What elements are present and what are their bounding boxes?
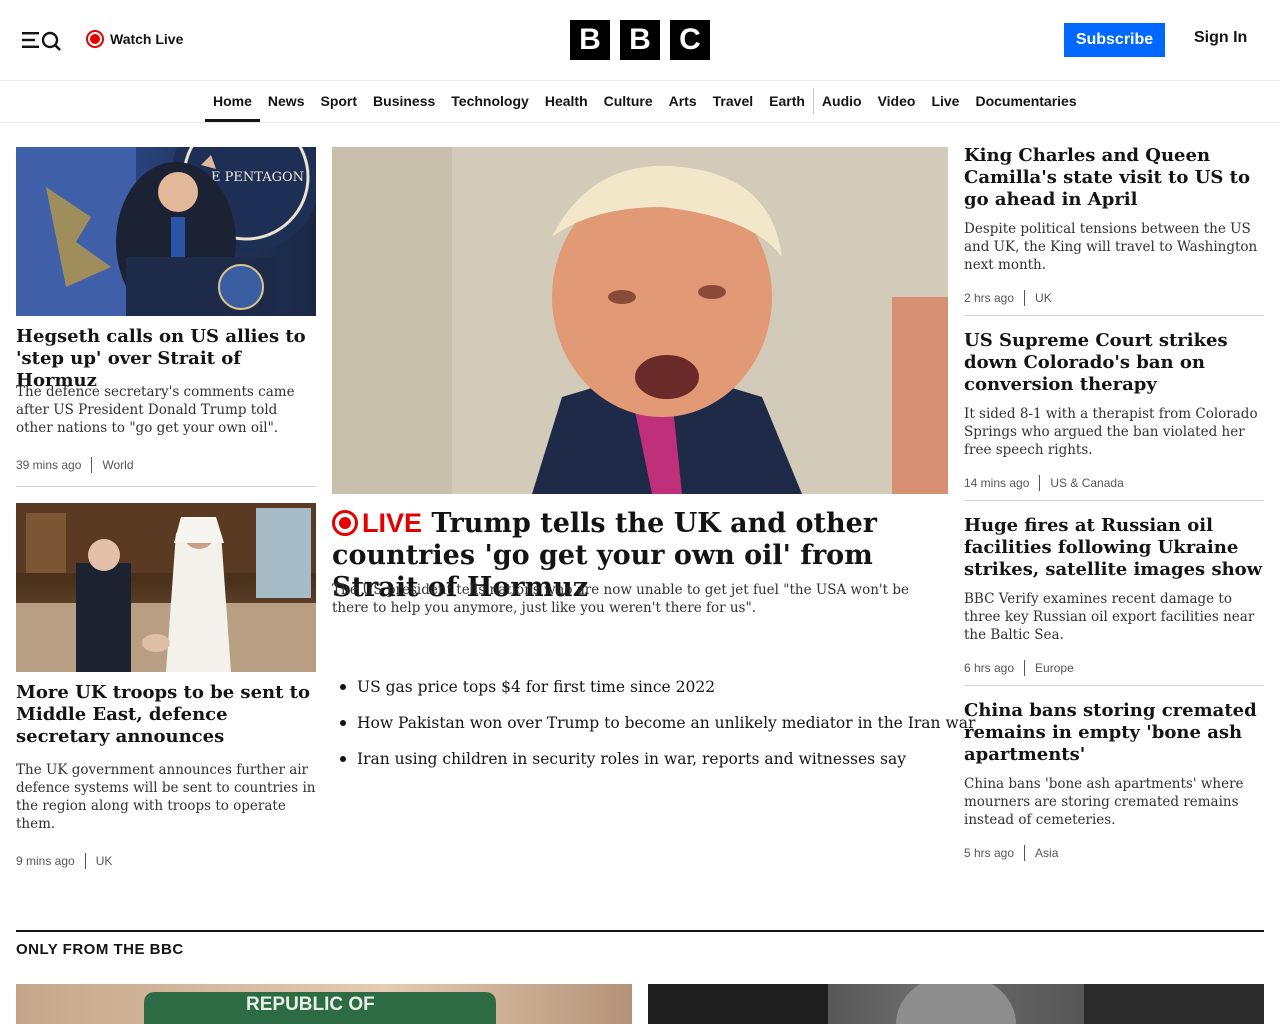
nav-item-home[interactable]: Home <box>205 81 260 122</box>
category-link[interactable]: UK <box>96 854 113 868</box>
nav-item-health[interactable]: Health <box>537 81 596 122</box>
nav-item-live[interactable]: Live <box>923 81 967 122</box>
subscribe-button[interactable]: Subscribe <box>1064 23 1165 57</box>
nav-item-earth[interactable]: Earth <box>761 81 813 122</box>
meta-divider <box>1024 660 1026 676</box>
watch-live-link[interactable]: Watch Live <box>86 28 183 50</box>
nav-item-arts[interactable]: Arts <box>661 81 705 122</box>
right-story-summary: BBC Verify examines recent damage to thr… <box>964 591 1255 643</box>
logo-letter: B <box>620 20 660 60</box>
watch-live-label: Watch Live <box>110 31 184 47</box>
svg-text:E PENTAGON: E PENTAGON <box>211 170 304 185</box>
meta-divider <box>1024 290 1026 306</box>
category-link[interactable]: US & Canada <box>1050 476 1123 490</box>
timestamp: 9 mins ago <box>16 854 75 868</box>
right-story-meta: 6 hrs ago Europe <box>964 660 1074 676</box>
right-story-meta: 2 hrs ago UK <box>964 290 1052 306</box>
nav-item-travel[interactable]: Travel <box>705 81 761 122</box>
masthead: Watch Live B B C Subscribe Sign In <box>0 0 1280 81</box>
only-bbc-card-image[interactable]: REPUBLIC OF <box>16 984 632 1024</box>
menu-search-button[interactable] <box>20 28 64 52</box>
bbc-logo[interactable]: B B C <box>570 20 710 60</box>
right-story-meta: 5 hrs ago Asia <box>964 845 1058 861</box>
live-label: LIVE <box>362 508 423 538</box>
menu-search-icon <box>22 31 61 51</box>
svg-text:REPUBLIC OF: REPUBLIC OF <box>246 994 375 1015</box>
story-divider <box>964 315 1264 316</box>
story-divider <box>16 486 316 487</box>
nav-item-sport[interactable]: Sport <box>312 81 365 122</box>
logo-letter: B <box>570 20 610 60</box>
story-divider <box>964 685 1264 686</box>
portrait-illustration <box>648 984 1264 1024</box>
nav-item-business[interactable]: Business <box>365 81 443 122</box>
category-link[interactable]: Asia <box>1035 846 1058 860</box>
right-story-headline[interactable]: King Charles and Queen Camilla's state v… <box>964 145 1264 211</box>
right-story-summary: China bans 'bone ash apartments' where m… <box>964 776 1244 828</box>
uk-troops-headline[interactable]: More UK troops to be sent to Middle East… <box>16 682 316 748</box>
nav-item-technology[interactable]: Technology <box>443 81 537 122</box>
troops-illustration <box>16 503 316 672</box>
timestamp: 5 hrs ago <box>964 846 1015 860</box>
right-story-summary: It sided 8-1 with a therapist from Color… <box>964 406 1258 458</box>
right-story-summary: Despite political tensions between the U… <box>964 221 1258 273</box>
right-story-headline[interactable]: China bans storing cremated remains in e… <box>964 700 1264 766</box>
only-bbc-card-image[interactable] <box>648 984 1264 1024</box>
related-story-link[interactable]: Iran using children in security roles in… <box>340 748 952 770</box>
related-stories-list: US gas price tops $4 for first time sinc… <box>340 676 975 784</box>
timestamp: 2 hrs ago <box>964 291 1015 305</box>
section-rule <box>16 930 1264 932</box>
timestamp: 39 mins ago <box>16 458 82 472</box>
hegseth-illustration: E PENTAGON <box>16 147 316 316</box>
meta-divider <box>1039 475 1041 491</box>
live-icon <box>86 30 104 48</box>
category-link[interactable]: UK <box>1035 291 1052 305</box>
timestamp: 6 hrs ago <box>964 661 1015 675</box>
sign-in-link[interactable]: Sign In <box>1194 29 1247 47</box>
trump-illustration <box>332 147 948 494</box>
related-story-link[interactable]: US gas price tops $4 for first time sinc… <box>340 676 952 698</box>
meta-divider <box>1024 845 1026 861</box>
nav-item-documentaries[interactable]: Documentaries <box>967 81 1084 122</box>
related-story-link[interactable]: How Pakistan won over Trump to become an… <box>340 712 975 734</box>
uk-troops-story-image[interactable] <box>16 503 316 672</box>
timestamp: 14 mins ago <box>964 476 1030 490</box>
live-icon <box>332 510 358 536</box>
nav-item-video[interactable]: Video <box>870 81 924 122</box>
uk-troops-summary: The UK government announces further air … <box>16 762 316 832</box>
lead-story-summary: The US president tells nations who are n… <box>332 582 909 616</box>
section-title: ONLY FROM THE BBC <box>16 941 184 958</box>
passport-illustration: REPUBLIC OF <box>144 992 496 1024</box>
hegseth-summary: The defence secretary's comments came af… <box>16 384 295 436</box>
nav-item-culture[interactable]: Culture <box>596 81 661 122</box>
main-nav: Home News Sport Business Technology Heal… <box>0 81 1280 123</box>
nav-item-audio[interactable]: Audio <box>814 81 870 122</box>
uk-troops-meta: 9 mins ago UK <box>16 853 112 869</box>
trump-story-image[interactable] <box>332 147 948 494</box>
meta-divider <box>84 853 86 869</box>
meta-divider <box>91 457 93 473</box>
logo-letter: C <box>670 20 710 60</box>
right-story-headline[interactable]: US Supreme Court strikes down Colorado's… <box>964 330 1264 396</box>
right-story-meta: 14 mins ago US & Canada <box>964 475 1124 491</box>
hegseth-meta: 39 mins ago World <box>16 457 134 473</box>
hegseth-story-image[interactable]: E PENTAGON <box>16 147 316 316</box>
nav-item-news[interactable]: News <box>260 81 313 122</box>
right-story-headline[interactable]: Huge fires at Russian oil facilities fol… <box>964 515 1264 581</box>
category-link[interactable]: Europe <box>1035 661 1074 675</box>
story-divider <box>964 500 1264 501</box>
category-link[interactable]: World <box>102 458 133 472</box>
